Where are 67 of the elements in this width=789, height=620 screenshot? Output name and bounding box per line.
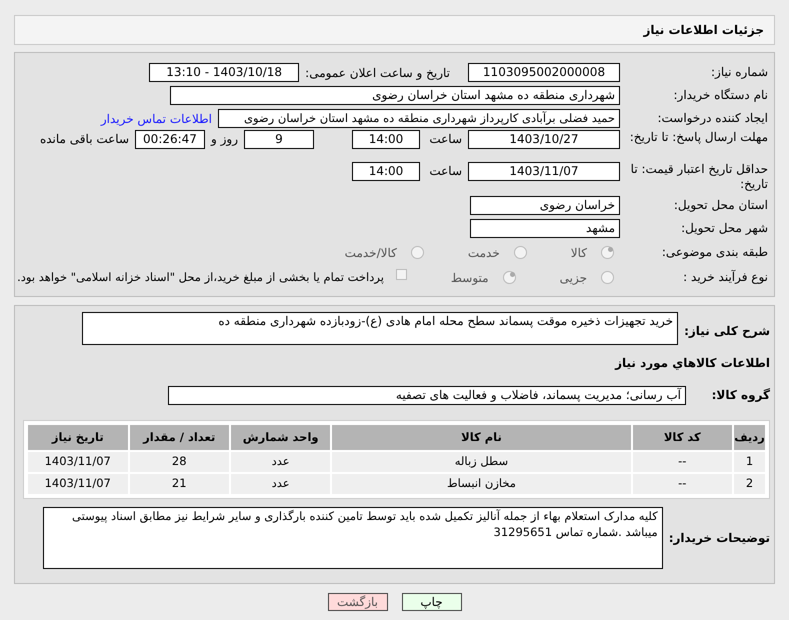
field-label: مهلت ارسال پاسخ: تا تاریخ:: [628, 130, 769, 145]
time-field: 14:00: [352, 130, 420, 149]
days-field: 9: [244, 130, 314, 149]
field-label: طبقه بندی موضوعی:: [660, 245, 769, 260]
radio-button[interactable]: [601, 271, 614, 284]
column-header: کد کالا: [632, 424, 733, 451]
field-label: نام دستگاه خریدار:: [672, 88, 769, 103]
province-field: خراسان رضوی: [470, 196, 620, 215]
time-field: 14:00: [352, 162, 420, 181]
field-label: شهر محل تحویل:: [680, 221, 769, 236]
radio-button[interactable]: [514, 246, 527, 259]
field-label: ساعت: [428, 131, 462, 148]
radio-button[interactable]: [601, 246, 614, 259]
radio-label: كالا/خدمت: [344, 244, 397, 262]
field-label: روز و: [211, 131, 238, 148]
date-field: 1403/10/27: [468, 130, 620, 149]
payment-note: پرداخت تمام یا بخشی از مبلغ خرید،از محل "اسناد خزانه اسلامی" خواهد بود.: [17, 268, 384, 286]
table-cell: 1: [733, 451, 766, 473]
radio-label: جزیی: [560, 270, 587, 286]
field-label: ساعت باقی مانده: [40, 131, 129, 148]
radio-button[interactable]: [410, 246, 424, 259]
column-header: تاریخ نیاز: [27, 424, 128, 451]
column-header: نام کالا: [331, 424, 632, 451]
table-cell: 21: [128, 473, 230, 495]
remaining-time-field: 00:26:47: [135, 130, 205, 149]
page-title: جزئیات اطلاعات نیاز: [643, 22, 764, 39]
table-cell: 28: [128, 451, 230, 473]
column-header: تعداد / مقدار: [128, 424, 230, 451]
contact-link[interactable]: اطلاعات تماس خریدار: [100, 110, 212, 128]
date-field: 1403/11/07: [468, 162, 620, 181]
announce-date-field: 1403/10/18 - 13:10: [149, 63, 300, 82]
table-cell: 1403/11/07: [27, 451, 128, 473]
print-button[interactable]: چاپ: [402, 593, 462, 611]
back-button[interactable]: بازگشت: [328, 593, 388, 611]
table-cell: عدد: [230, 451, 332, 473]
field-label: استان محل تحویل:: [672, 198, 769, 213]
need-number-field: 1103095002000008: [468, 63, 620, 82]
summary-text-area: خرید تجهیزات ذخیره موقت پسماند سطح محله امام هادی (ع)-زودبازده شهرداری منطقه ده: [82, 312, 678, 345]
table-cell: سطل زباله: [331, 451, 632, 473]
creator-field: حمید فضلی برآبادی کارپرداز شهرداری منطقه ده مشهد استان خراسان رضوی: [218, 109, 620, 128]
table-cell: عدد: [230, 473, 332, 495]
goods-group-field: آب رسانی؛ مدیریت پسماند، فاضلاب و فعالیت های تصفیه: [168, 386, 686, 404]
table-cell: 2: [733, 473, 766, 495]
table-cell: --: [632, 473, 733, 495]
field-label: حداقل تاریخ اعتبار قیمت: تا تاریخ:: [630, 162, 769, 192]
table-cell: مخازن انبساط: [331, 473, 632, 495]
field-label: توضیحات خریدار:: [668, 530, 770, 547]
field-label: گروه کالا:: [710, 387, 770, 404]
checkbox[interactable]: [396, 269, 407, 280]
column-header: ردیف: [733, 424, 766, 451]
radio-button[interactable]: [502, 271, 516, 284]
column-header: واحد شمارش: [230, 424, 332, 451]
radio-label: متوسط: [450, 270, 489, 286]
field-label: شماره نیاز:: [710, 65, 769, 80]
buyer-field: شهرداری منطقه ده مشهد استان خراسان رضوی: [170, 86, 620, 105]
field-label: شرح کلی نیاز:: [684, 323, 770, 340]
field-label: ساعت: [428, 163, 462, 180]
field-label: ایجاد کننده درخواست:: [656, 111, 769, 126]
radio-label: خدمت: [468, 244, 500, 262]
field-label: تاریخ و ساعت اعلان عمومی:: [305, 64, 450, 82]
section-heading: اطلاعات كالاهاي مورد نیاز: [614, 355, 770, 372]
city-field: مشهد: [470, 219, 620, 238]
radio-label: كالا: [570, 244, 587, 262]
field-label: نوع فرآیند خرید :: [682, 270, 769, 285]
notes-text-area: کلیه مدارک استعلام بهاء از جمله آنالیز تکمیل شده باید توسط تامین کننده بارگذاری و سایر شرایط نیز مطابق اسناد پیوستی میباشد .شماره تماس 31295651: [42, 507, 663, 569]
table-cell: --: [632, 451, 733, 473]
table-cell: 1403/11/07: [27, 473, 128, 495]
